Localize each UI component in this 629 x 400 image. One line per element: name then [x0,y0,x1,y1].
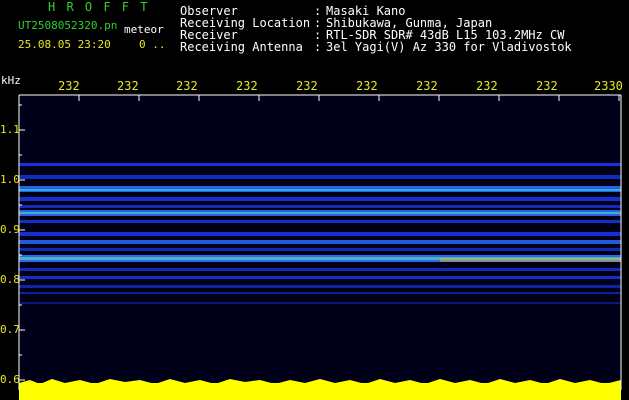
noise-floor-band [19,379,621,400]
y-axis-unit: kHz [1,74,21,87]
y-tick-label: 0.7 [0,323,20,336]
x-tick-label: 232 [296,79,318,93]
x-tick-label: 232 [476,79,498,93]
count-label: 0 .. [139,38,166,51]
y-tick-label: 1.0 [0,173,20,186]
x-tick-label: 232 [117,79,139,93]
x-tick-label: 232 [356,79,378,93]
y-tick-label: 0.6 [0,373,20,386]
y-tick-label: 0.9 [0,223,20,236]
x-tick-label: 2330 [594,79,623,93]
y-tick-label: 0.8 [0,273,20,286]
filename-label: UT2508052320.pn [18,19,118,32]
header-label: Receiving Antenna [180,40,303,54]
spectrogram-canvas [18,94,622,400]
datetime-label: 25.08.05 23:20 [18,38,111,51]
x-tick-label: 232 [176,79,198,93]
x-tick-label: 232 [536,79,558,93]
x-tick-label: 232 [236,79,258,93]
header-value: 3el Yagi(V) Az 330 for Vladivostok [326,40,572,54]
y-tick-label: 1.1 [0,123,20,136]
x-tick-label: 232 [58,79,80,93]
header-row-antenna: Receiving Antenna:3el Yagi(V) Az 330 for… [180,40,572,54]
meteor-label: meteor [124,23,164,36]
app-title: H R O F F T [48,0,150,14]
x-tick-label: 232 [416,79,438,93]
